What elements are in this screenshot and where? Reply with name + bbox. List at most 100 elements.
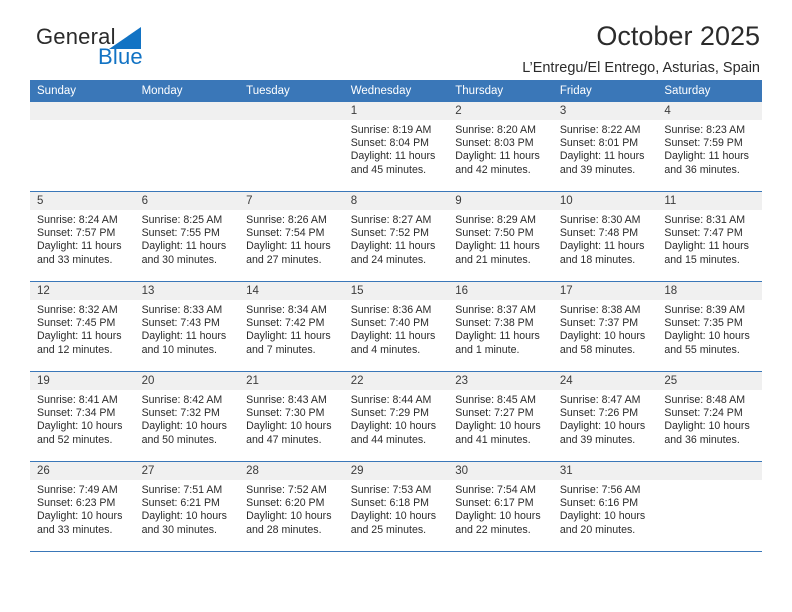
sunset-text: Sunset: 7:30 PM [246, 407, 325, 420]
day-details: Sunrise: 8:32 AM Sunset: 7:45 PM Daylight:… [30, 300, 135, 357]
daylight-text: Daylight: 11 hours and 15 minutes. [664, 240, 749, 266]
calendar-day-cell[interactable]: 31 Sunrise: 7:56 AM Sunset: 6:16 PM Dayligh… [552, 461, 658, 552]
sunrise-text: Sunrise: 8:37 AM [455, 304, 536, 316]
day-details: Sunrise: 8:24 AM Sunset: 7:57 PM Daylight:… [30, 210, 135, 267]
calendar-day-cell[interactable]: 27 Sunrise: 7:51 AM Sunset: 6:21 PM Dayligh… [134, 461, 240, 552]
calendar-day-cell[interactable]: 26 Sunrise: 7:49 AM Sunset: 6:23 PM Dayligh… [30, 461, 135, 552]
sunrise-text: Sunrise: 8:20 AM [455, 124, 536, 136]
daylight-text: Daylight: 11 hours and 27 minutes. [246, 240, 331, 266]
calendar-day-cell[interactable]: 4 Sunrise: 8:23 AM Sunset: 7:59 PM Daylight… [657, 102, 762, 192]
calendar-day-cell[interactable]: 11 Sunrise: 8:31 AM Sunset: 7:47 PM Dayligh… [657, 191, 762, 282]
sunrise-text: Sunrise: 8:30 AM [559, 214, 641, 226]
day-details: Sunrise: 7:54 AM Sunset: 6:17 PM Daylight:… [448, 480, 553, 537]
day-details: Sunrise: 8:41 AM Sunset: 7:34 PM Daylight:… [30, 390, 135, 447]
calendar-day-cell[interactable]: 1 Sunrise: 8:19 AM Sunset: 8:04 PM Daylight… [343, 102, 449, 192]
day-details: Sunrise: 7:56 AM Sunset: 6:16 PM Daylight:… [553, 480, 658, 537]
calendar-day-cell[interactable]: 5 Sunrise: 8:24 AM Sunset: 7:57 PM Daylight… [30, 191, 135, 282]
day-details: Sunrise: 8:47 AM Sunset: 7:26 PM Daylight:… [553, 390, 658, 447]
calendar-day-cell[interactable]: 8 Sunrise: 8:27 AM Sunset: 7:52 PM Daylight… [343, 191, 449, 282]
day-details: Sunrise: 8:44 AM Sunset: 7:29 PM Daylight:… [344, 390, 449, 447]
weekday-header-sunday: Sunday [30, 80, 135, 102]
calendar-day-cell[interactable]: 9 Sunrise: 8:29 AM Sunset: 7:50 PM Daylight… [448, 191, 553, 282]
day-number: 9 [448, 192, 553, 210]
daylight-text: Daylight: 10 hours and 25 minutes. [350, 510, 437, 536]
day-details: Sunrise: 7:49 AM Sunset: 6:23 PM Daylight:… [30, 480, 135, 537]
day-details: Sunrise: 8:27 AM Sunset: 7:52 PM Daylight:… [344, 210, 449, 267]
calendar-day-cell[interactable]: 19 Sunrise: 8:41 AM Sunset: 7:34 PM Dayligh… [30, 371, 135, 462]
calendar-day-cell[interactable]: 16 Sunrise: 8:37 AM Sunset: 7:38 PM Dayligh… [448, 281, 553, 372]
calendar-day-cell[interactable]: 2 Sunrise: 8:20 AM Sunset: 8:03 PM Daylight… [448, 102, 553, 192]
calendar-day-cell[interactable]: 22 Sunrise: 8:44 AM Sunset: 7:29 PM Dayligh… [343, 371, 449, 462]
calendar-day-cell[interactable]: 24 Sunrise: 8:47 AM Sunset: 7:26 PM Dayligh… [552, 371, 658, 462]
daylight-text: Daylight: 10 hours and 20 minutes. [559, 510, 646, 536]
day-details: Sunrise: 8:43 AM Sunset: 7:30 PM Daylight:… [239, 390, 344, 447]
calendar-day-cell[interactable]: 20 Sunrise: 8:42 AM Sunset: 7:32 PM Dayligh… [134, 371, 240, 462]
day-number: 26 [30, 462, 135, 480]
calendar-header-row: Sunday Monday Tuesday Wednesday Thursday… [30, 80, 762, 102]
sunrise-text: Sunrise: 8:45 AM [455, 394, 536, 406]
calendar-grid: Sunday Monday Tuesday Wednesday Thursday… [30, 80, 762, 552]
daylight-text: Daylight: 10 hours and 55 minutes. [664, 330, 750, 356]
sunrise-text: Sunrise: 8:41 AM [37, 394, 118, 406]
sunset-text: Sunset: 7:59 PM [664, 137, 743, 150]
sunrise-text: Sunrise: 8:39 AM [664, 304, 746, 316]
calendar-day-cell[interactable]: 14 Sunrise: 8:34 AM Sunset: 7:42 PM Dayligh… [239, 281, 344, 372]
calendar-day-cell[interactable]: 3 Sunrise: 8:22 AM Sunset: 8:01 PM Daylight… [552, 102, 658, 192]
calendar-day-cell[interactable]: 21 Sunrise: 8:43 AM Sunset: 7:30 PM Dayligh… [239, 371, 344, 462]
sunrise-text: Sunrise: 7:52 AM [246, 484, 327, 496]
calendar-day-cell[interactable]: 29 Sunrise: 7:53 AM Sunset: 6:18 PM Dayligh… [343, 461, 449, 552]
calendar-week-row: 5 Sunrise: 8:24 AM Sunset: 7:57 PM Daylight… [30, 191, 762, 282]
sunrise-text: Sunrise: 8:36 AM [350, 304, 432, 316]
daylight-text: Daylight: 10 hours and 30 minutes. [141, 510, 227, 536]
calendar-day-cell[interactable]: 18 Sunrise: 8:39 AM Sunset: 7:35 PM Dayligh… [657, 281, 762, 372]
sunset-text: Sunset: 7:57 PM [37, 227, 116, 240]
daylight-text: Daylight: 10 hours and 47 minutes. [246, 420, 332, 446]
calendar-day-cell[interactable]: 15 Sunrise: 8:36 AM Sunset: 7:40 PM Dayligh… [343, 281, 449, 372]
generalblue-logo[interactable]: General Blue [36, 24, 296, 76]
day-number: 20 [134, 372, 240, 390]
sunrise-text: Sunrise: 7:54 AM [455, 484, 536, 496]
day-number: 3 [552, 102, 658, 120]
calendar-day-cell[interactable]: 10 Sunrise: 8:30 AM Sunset: 7:48 PM Dayligh… [552, 191, 658, 282]
calendar-day-cell[interactable]: 17 Sunrise: 8:38 AM Sunset: 7:37 PM Dayligh… [552, 281, 658, 372]
day-details: Sunrise: 8:34 AM Sunset: 7:42 PM Daylight:… [239, 300, 344, 357]
calendar-page: General Blue October 2025 L’Entregu/El E… [0, 0, 792, 612]
daylight-text: Daylight: 11 hours and 42 minutes. [455, 150, 540, 176]
day-number: 29 [343, 462, 449, 480]
sunrise-text: Sunrise: 8:25 AM [141, 214, 223, 226]
day-number: 13 [134, 282, 240, 300]
sunrise-text: Sunrise: 8:33 AM [141, 304, 223, 316]
day-number: 4 [657, 102, 762, 120]
day-number: 25 [657, 372, 762, 390]
calendar-week-row: 1 Sunrise: 8:19 AM Sunset: 8:04 PM Daylight… [30, 102, 762, 192]
daylight-text: Daylight: 11 hours and 30 minutes. [141, 240, 227, 266]
day-number [134, 102, 240, 120]
sunrise-text: Sunrise: 7:56 AM [559, 484, 641, 496]
calendar-day-cell[interactable]: 23 Sunrise: 8:45 AM Sunset: 7:27 PM Dayligh… [448, 371, 553, 462]
calendar-day-cell[interactable]: 6 Sunrise: 8:25 AM Sunset: 7:55 PM Daylight… [134, 191, 240, 282]
day-details: Sunrise: 8:36 AM Sunset: 7:40 PM Daylight:… [344, 300, 449, 357]
day-number: 24 [552, 372, 658, 390]
calendar-day-cell[interactable]: 25 Sunrise: 8:48 AM Sunset: 7:24 PM Dayligh… [657, 371, 762, 462]
calendar-day-cell[interactable]: 7 Sunrise: 8:26 AM Sunset: 7:54 PM Daylight… [239, 191, 344, 282]
sunset-text: Sunset: 7:35 PM [664, 317, 743, 330]
sunrise-text: Sunrise: 8:32 AM [37, 304, 118, 316]
daylight-text: Daylight: 10 hours and 41 minutes. [455, 420, 541, 446]
day-number: 2 [448, 102, 553, 120]
daylight-text: Daylight: 11 hours and 21 minutes. [455, 240, 540, 266]
day-number: 19 [30, 372, 135, 390]
day-number: 6 [134, 192, 240, 210]
calendar-day-cell[interactable]: 12 Sunrise: 8:32 AM Sunset: 7:45 PM Dayligh… [30, 281, 135, 372]
calendar-cell-empty [657, 461, 762, 552]
sunset-text: Sunset: 8:04 PM [350, 137, 430, 150]
calendar-day-cell[interactable]: 28 Sunrise: 7:52 AM Sunset: 6:20 PM Dayligh… [239, 461, 344, 552]
day-details: Sunrise: 7:52 AM Sunset: 6:20 PM Daylight:… [239, 480, 344, 537]
calendar-day-cell[interactable]: 13 Sunrise: 8:33 AM Sunset: 7:43 PM Dayligh… [134, 281, 240, 372]
sunrise-text: Sunrise: 7:53 AM [350, 484, 432, 496]
calendar-day-cell[interactable]: 30 Sunrise: 7:54 AM Sunset: 6:17 PM Dayligh… [448, 461, 553, 552]
sunset-text: Sunset: 7:26 PM [559, 407, 639, 420]
calendar-week-row: 26 Sunrise: 7:49 AM Sunset: 6:23 PM Dayligh… [30, 461, 762, 552]
sunset-text: Sunset: 7:45 PM [37, 317, 116, 330]
daylight-text: Daylight: 11 hours and 12 minutes. [37, 330, 122, 356]
calendar-cell-empty [134, 102, 240, 192]
